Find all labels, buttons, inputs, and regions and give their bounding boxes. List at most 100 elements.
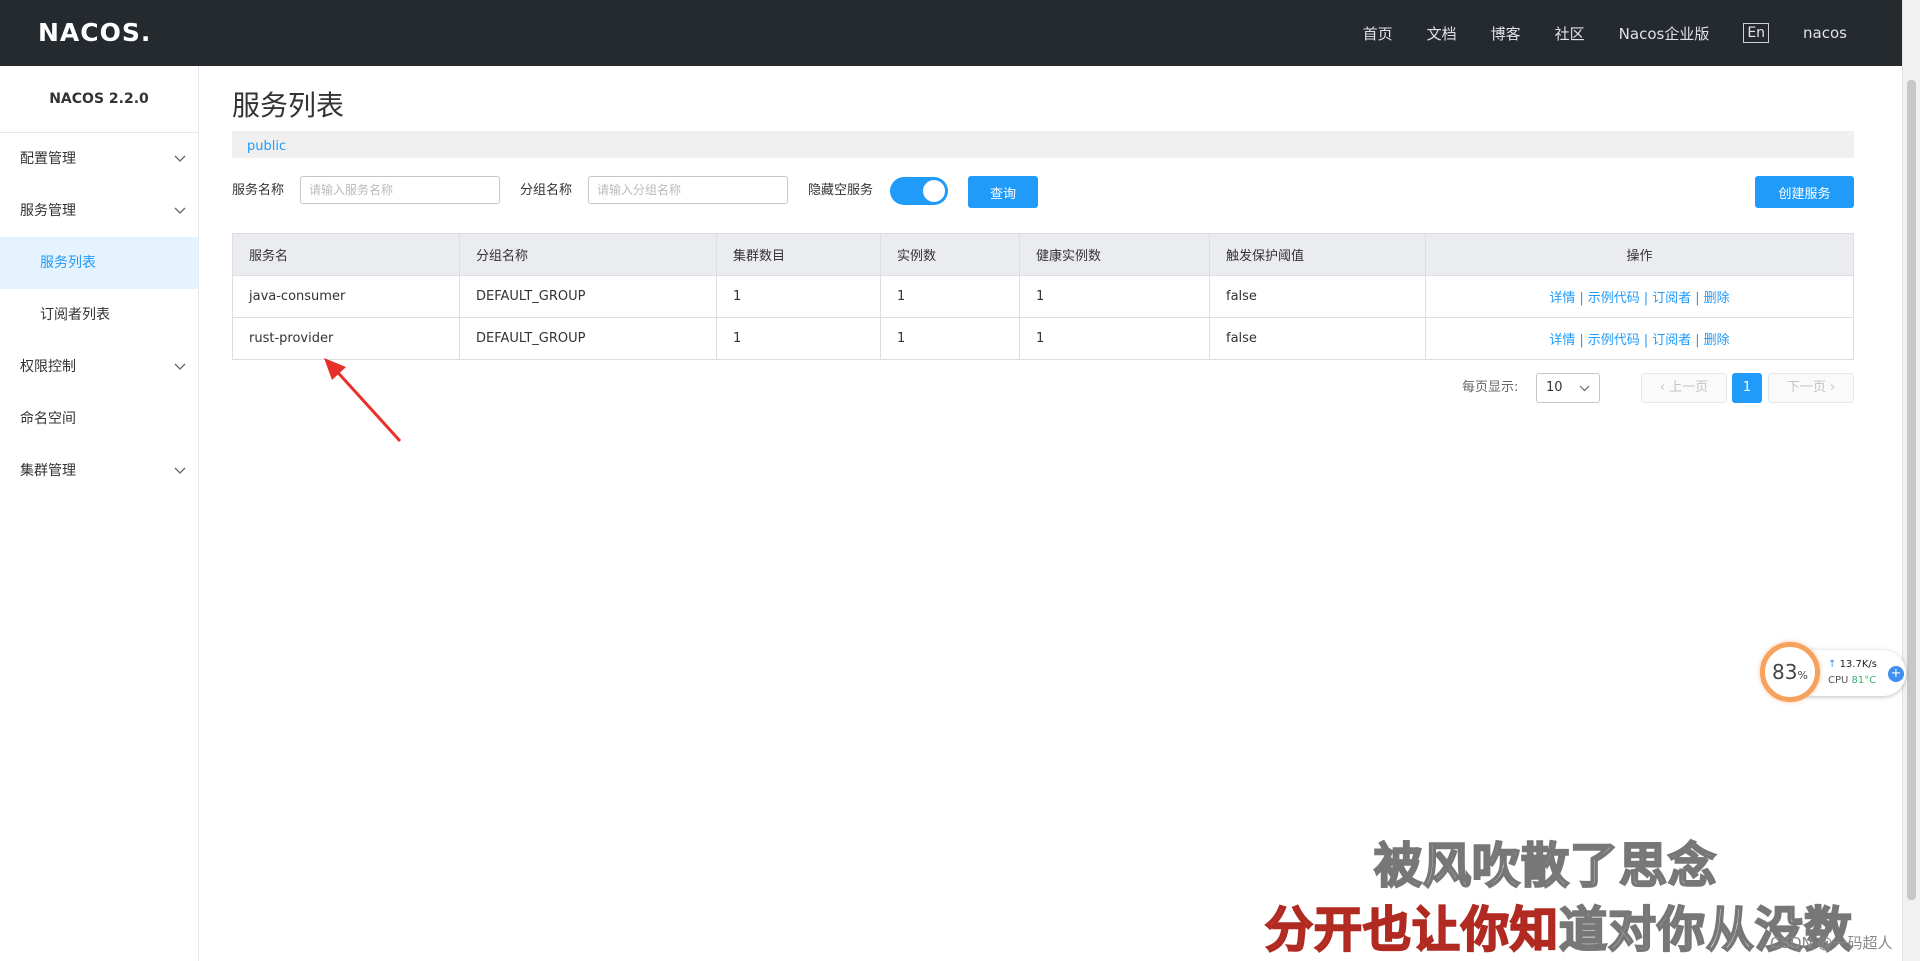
per-page-select[interactable]: 10 bbox=[1536, 373, 1600, 403]
op-separator: | bbox=[1643, 291, 1649, 306]
cell-operations: 详情 | 示例代码 | 订阅者 | 删除 bbox=[1425, 317, 1854, 360]
col-instance-count: 实例数 bbox=[880, 233, 1020, 276]
search-form: 服务名称 分组名称 隐藏空服务 查询 创建服务 bbox=[232, 174, 1854, 208]
op-separator: | bbox=[1695, 333, 1700, 348]
network-speed: ↑ 13.7K/s bbox=[1828, 659, 1877, 670]
chevron-down-icon bbox=[174, 133, 186, 185]
cell-healthy-count: 1 bbox=[1019, 317, 1210, 360]
usage-unit: % bbox=[1797, 669, 1808, 682]
col-operations: 操作 bbox=[1425, 233, 1854, 276]
service-name-label: 服务名称 bbox=[232, 183, 285, 198]
col-cluster-count: 集群数目 bbox=[716, 233, 881, 276]
cell-group-name: DEFAULT_GROUP bbox=[459, 275, 717, 318]
cpu-temp-value: 81°C bbox=[1851, 675, 1877, 686]
sample-code-link[interactable]: 示例代码 bbox=[1588, 333, 1640, 348]
top-nav: 首页 文档 博客 社区 Nacos企业版 En nacos bbox=[1329, 0, 1847, 66]
sidebar-item-label: 服务管理 bbox=[20, 203, 76, 219]
lyric-sung-part: 分开也让你知 bbox=[1264, 901, 1560, 959]
nacos-logo[interactable]: NACOS. bbox=[38, 18, 151, 47]
cell-instance-count: 1 bbox=[880, 317, 1020, 360]
top-navbar: NACOS. 首页 文档 博客 社区 Nacos企业版 En nacos bbox=[0, 0, 1902, 66]
col-healthy-count: 健康实例数 bbox=[1019, 233, 1210, 276]
memory-usage-ring: 83% bbox=[1760, 642, 1820, 702]
col-protect-threshold: 触发保护阈值 bbox=[1209, 233, 1426, 276]
detail-link[interactable]: 详情 bbox=[1549, 333, 1575, 348]
annotation-arrow bbox=[324, 358, 402, 443]
prev-page-button[interactable]: ‹ 上一页 bbox=[1641, 373, 1727, 403]
page-title: 服务列表 bbox=[232, 89, 345, 122]
service-name-input[interactable] bbox=[300, 176, 500, 204]
cell-operations: 详情 | 示例代码 | 订阅者 | 删除 bbox=[1425, 275, 1854, 318]
per-page-label: 每页显示: bbox=[1462, 380, 1519, 395]
col-service-name: 服务名 bbox=[232, 233, 460, 276]
col-group-name: 分组名称 bbox=[459, 233, 717, 276]
usage-percent: 83 bbox=[1772, 660, 1798, 684]
upload-arrow-icon: ↑ bbox=[1828, 659, 1840, 670]
sidebar-item-access-control[interactable]: 权限控制 bbox=[0, 341, 198, 393]
query-button[interactable]: 查询 bbox=[968, 176, 1038, 208]
sidebar-item-label: 集群管理 bbox=[20, 463, 76, 479]
namespace-public[interactable]: public bbox=[232, 139, 286, 154]
sidebar-item-service-list[interactable]: 服务列表 bbox=[0, 237, 198, 289]
create-service-button[interactable]: 创建服务 bbox=[1755, 176, 1854, 208]
op-separator: | bbox=[1579, 333, 1584, 348]
chevron-down-icon bbox=[174, 341, 186, 393]
hide-empty-toggle[interactable] bbox=[890, 177, 948, 205]
sidebar-item-label: 命名空间 bbox=[20, 411, 76, 427]
group-name-label: 分组名称 bbox=[520, 183, 573, 198]
user-menu[interactable]: nacos bbox=[1803, 24, 1847, 42]
per-page-value: 10 bbox=[1546, 380, 1563, 395]
sidebar: NACOS 2.2.0 配置管理 服务管理 服务列表 订阅者列表 权限控制 命名… bbox=[0, 66, 199, 961]
sidebar-item-namespace[interactable]: 命名空间 bbox=[0, 393, 198, 445]
language-toggle[interactable]: En bbox=[1743, 23, 1770, 43]
cell-service-name: java-consumer bbox=[232, 275, 460, 318]
cpu-temp: CPU 81°C bbox=[1828, 675, 1876, 686]
sidebar-item-subscriber-list[interactable]: 订阅者列表 bbox=[0, 289, 198, 341]
nav-docs[interactable]: 文档 bbox=[1427, 23, 1457, 44]
nav-home[interactable]: 首页 bbox=[1363, 23, 1393, 44]
next-page-label: 下一页 bbox=[1786, 380, 1826, 395]
page-1-button[interactable]: 1 bbox=[1732, 373, 1762, 403]
nav-enterprise[interactable]: Nacos企业版 bbox=[1619, 23, 1710, 44]
op-separator: | bbox=[1579, 291, 1584, 306]
table-header-row: 服务名 分组名称 集群数目 实例数 健康实例数 触发保护阈值 操作 bbox=[232, 233, 1854, 276]
toggle-knob bbox=[923, 180, 945, 202]
nav-community[interactable]: 社区 bbox=[1555, 23, 1585, 44]
sidebar-item-service-management[interactable]: 服务管理 bbox=[0, 185, 198, 237]
detail-link[interactable]: 详情 bbox=[1549, 291, 1575, 306]
page-scrollbar[interactable] bbox=[1902, 0, 1920, 961]
table-row: rust-provider DEFAULT_GROUP 1 1 1 false … bbox=[232, 317, 1854, 360]
chevron-down-icon bbox=[174, 185, 186, 237]
sidebar-item-config-management[interactable]: 配置管理 bbox=[0, 133, 198, 185]
cell-group-name: DEFAULT_GROUP bbox=[459, 317, 717, 360]
net-speed-value: 13.7K/s bbox=[1839, 659, 1877, 670]
cell-cluster-count: 1 bbox=[716, 317, 881, 360]
cell-healthy-count: 1 bbox=[1019, 275, 1210, 318]
sidebar-item-label: 权限控制 bbox=[20, 359, 76, 375]
version-label: NACOS 2.2.0 bbox=[0, 66, 198, 133]
namespace-bar: public bbox=[232, 131, 1854, 158]
op-separator: | bbox=[1695, 291, 1700, 306]
delete-link[interactable]: 删除 bbox=[1704, 333, 1730, 348]
scrollbar-thumb[interactable] bbox=[1907, 80, 1916, 900]
sample-code-link[interactable]: 示例代码 bbox=[1588, 291, 1640, 306]
sidebar-item-cluster-management[interactable]: 集群管理 bbox=[0, 445, 198, 497]
chevron-left-icon: ‹ bbox=[1659, 380, 1670, 395]
plus-icon[interactable]: + bbox=[1888, 666, 1904, 682]
prev-page-label: 上一页 bbox=[1669, 380, 1709, 395]
subscriber-link[interactable]: 订阅者 bbox=[1652, 333, 1691, 348]
nav-blog[interactable]: 博客 bbox=[1491, 23, 1521, 44]
group-name-input[interactable] bbox=[588, 176, 788, 204]
subscriber-link[interactable]: 订阅者 bbox=[1652, 291, 1691, 306]
chevron-down-icon bbox=[1579, 385, 1590, 392]
cell-protect-threshold: false bbox=[1209, 275, 1426, 318]
next-page-button[interactable]: 下一页 › bbox=[1768, 373, 1854, 403]
system-monitor-widget[interactable]: 83% ↑ 13.7K/s CPU 81°C + bbox=[1760, 642, 1906, 708]
table-row: java-consumer DEFAULT_GROUP 1 1 1 false … bbox=[232, 275, 1854, 318]
cell-cluster-count: 1 bbox=[716, 275, 881, 318]
service-table: 服务名 分组名称 集群数目 实例数 健康实例数 触发保护阈值 操作 java-c… bbox=[232, 233, 1854, 360]
sidebar-item-label: 配置管理 bbox=[20, 151, 76, 167]
delete-link[interactable]: 删除 bbox=[1704, 291, 1730, 306]
chevron-right-icon: › bbox=[1825, 380, 1836, 395]
chevron-down-icon bbox=[174, 445, 186, 497]
